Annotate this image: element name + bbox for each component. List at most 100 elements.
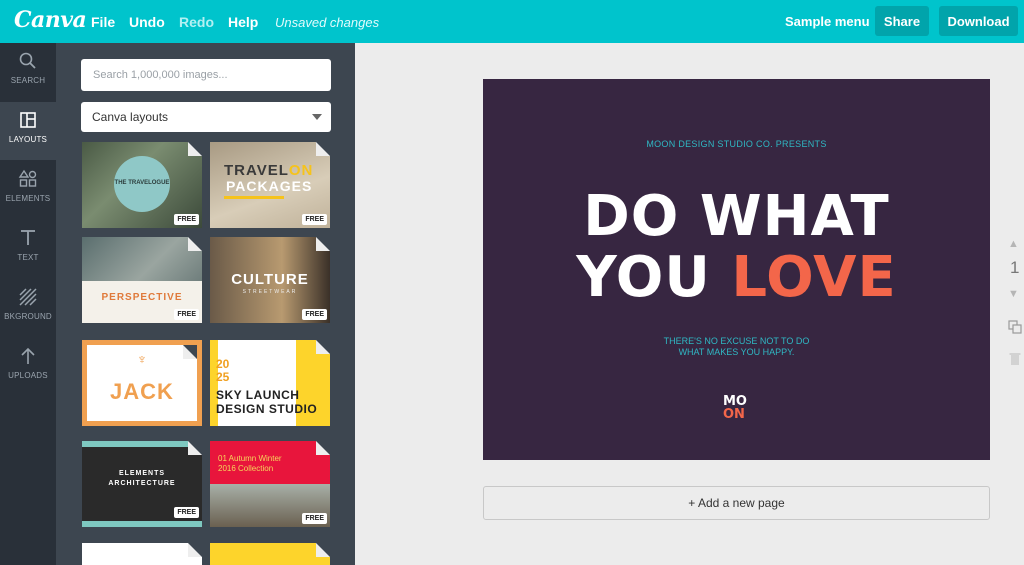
rail-elements[interactable]: ELEMENTS [0,161,56,219]
tagline-text[interactable]: THERE'S NO EXCUSE NOT TO DO WHAT MAKES YO… [483,336,990,358]
presents-text[interactable]: MOON DESIGN STUDIO CO. PRESENTS [483,139,990,149]
rail-layouts-label: LAYOUTS [8,135,48,144]
thumb-title-line2: 2016 Collection [218,464,274,473]
rail-text-label: TEXT [17,253,39,262]
thumb-title: PERSPECTIVE [101,292,183,303]
layout-thumbnail[interactable]: PERSPECTIVE FREE [82,237,202,323]
thumb-title-line2: ARCHITECTURE [108,480,176,487]
page-curl [188,543,202,557]
duplicate-page-icon[interactable] [1008,320,1022,334]
rail-search-label: SEARCH [10,76,46,85]
rail-text[interactable]: TEXT [0,220,56,278]
thumb-subtitle: PACKAGES [226,178,313,194]
layout-thumbnail[interactable] [210,543,330,565]
thumb-title-accent: ON [288,162,314,179]
thumb-accent-bar [224,196,284,199]
top-bar: Canva File Undo Redo Help Unsaved change… [0,0,1024,43]
free-badge: FREE [302,513,327,524]
layout-thumbnail[interactable]: THE TRAVELOGUE FREE [82,142,202,228]
rail-background-label: BKGROUND [4,312,52,321]
layout-thumbnail[interactable]: TRAVELON PACKAGES FREE [210,142,330,228]
chevron-up-icon[interactable]: ▲ [1008,238,1019,250]
layouts-icon [20,112,36,128]
shapes-icon [18,169,37,187]
thumb-title-line1: ELEMENTS [118,470,166,477]
rail-search[interactable]: SEARCH [0,43,56,101]
rail-layouts[interactable]: LAYOUTS [0,102,56,160]
page-curl [316,142,330,156]
page-curl [183,345,197,359]
search-icon [19,52,36,69]
chevron-down-icon [312,114,322,120]
rail-uploads-label: UPLOADS [8,371,48,380]
thumb-title: ELEMENTS ARCHITECTURE [82,469,202,489]
page-curl [316,441,330,455]
layout-thumbnail[interactable]: ♆ JACK [82,340,202,426]
upload-arrow-icon [21,347,35,364]
thumb-stripe [82,521,202,527]
thumb-title: SKY LAUNCH DESIGN STUDIO [216,388,317,416]
add-page-button[interactable]: + Add a new page [483,486,990,520]
page-curl [316,237,330,251]
free-badge: FREE [174,309,199,320]
free-badge: FREE [174,507,199,518]
moon-logo[interactable]: MO ON [723,395,747,421]
background-icon [19,288,37,306]
page-curl [316,340,330,354]
thumb-title: CULTURE [231,271,309,288]
thumb-year-bottom: 25 [216,370,230,384]
rail-background[interactable]: BKGROUND [0,279,56,337]
thumb-title-line1: SKY LAUNCH [216,388,300,402]
layout-thumbnail[interactable]: 01 Autumn Winter 2016 Collection FREE [210,441,330,527]
thumb-title: 01 Autumn Winter 2016 Collection [218,454,282,474]
deer-icon: ♆ [136,351,148,367]
layout-thumbnail[interactable]: 20 25 SKY LAUNCH DESIGN STUDIO [210,340,330,426]
free-badge: FREE [302,214,327,225]
help-menu[interactable]: Help [228,14,258,30]
layout-thumbnail[interactable]: ELEMENTS ARCHITECTURE FREE [82,441,202,527]
free-badge: FREE [174,214,199,225]
layout-thumbnail[interactable] [82,543,202,565]
thumb-title-line1: 01 Autumn Winter [218,454,282,463]
moon-logo-bottom: ON [723,407,745,422]
sample-menu[interactable]: Sample menu [785,14,870,29]
thumb-photo [82,237,202,281]
page-curl [316,543,330,557]
save-status: Unsaved changes [275,15,380,30]
headline-you: YOU [576,245,732,310]
trash-icon[interactable] [1009,352,1021,366]
page-curl [188,237,202,251]
share-button[interactable]: Share [875,6,929,36]
layouts-panel: Canva layouts THE TRAVELOGUE FREE TRAVEL… [56,43,355,565]
canva-logo[interactable]: Canva [14,7,87,33]
thumb-title: THE TRAVELOGUE [114,180,170,186]
thumb-title-part: TRAVEL [224,162,289,179]
thumb-stripe [82,441,202,447]
layout-category-select[interactable]: Canva layouts [81,102,331,132]
rail-uploads[interactable]: UPLOADS [0,338,56,396]
page-curl [188,142,202,156]
undo-button[interactable]: Undo [129,14,165,30]
rail-elements-label: ELEMENTS [5,194,51,203]
side-rail: SEARCH LAYOUTS ELEMENTS TEXT BKGROUND UP… [0,43,56,565]
tagline-line1: THERE'S NO EXCUSE NOT TO DO [663,336,810,346]
thumb-title: TRAVELON [224,162,313,179]
thumb-subtitle: STREETWEAR [242,289,298,295]
image-search-input[interactable] [81,59,331,91]
download-button[interactable]: Download [939,6,1018,36]
layout-thumbnail[interactable]: CULTURE STREETWEAR FREE [210,237,330,323]
chevron-down-icon[interactable]: ▼ [1008,288,1019,300]
text-icon [21,230,35,245]
headline-line2[interactable]: YOU LOVE [483,247,990,309]
design-page[interactable]: MOON DESIGN STUDIO CO. PRESENTS DO WHAT … [483,79,990,460]
headline-love: LOVE [731,245,897,310]
thumb-title: JACK [110,379,174,404]
page-curl [188,441,202,455]
file-menu[interactable]: File [91,14,115,30]
thumb-title-line2: DESIGN STUDIO [216,402,318,416]
layout-category-value: Canva layouts [92,110,169,124]
headline-line1[interactable]: DO WHAT [483,186,990,248]
thumb-year: 20 25 [216,358,229,384]
redo-button[interactable]: Redo [179,14,214,30]
free-badge: FREE [302,309,327,320]
